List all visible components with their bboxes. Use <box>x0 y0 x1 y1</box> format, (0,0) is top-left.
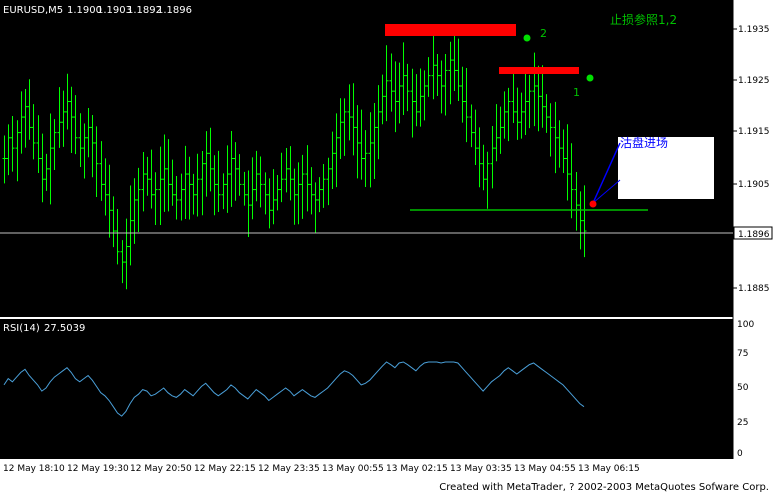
rsi-value: 27.5039 <box>44 323 85 334</box>
current-price-label: 1.1896 <box>738 230 770 240</box>
resistance-box-1[interactable] <box>499 67 579 74</box>
price-tick: 1.1885 <box>738 284 770 294</box>
marker-label-2: 2 <box>540 27 547 40</box>
time-tick: 13 May 00:55 <box>322 464 384 474</box>
time-tick: 12 May 22:15 <box>194 464 256 474</box>
rsi-level: 50 <box>737 383 749 393</box>
stop-loss-note: 止损参照1,2 <box>610 12 677 27</box>
rsi-panel <box>0 319 733 459</box>
price-tick: 1.1905 <box>738 180 770 190</box>
rsi-level: 25 <box>737 418 748 428</box>
time-tick: 12 May 19:30 <box>67 464 129 474</box>
price-tick: 1.1935 <box>738 25 770 35</box>
rsi-level: 75 <box>737 349 748 359</box>
footer-credit: Created with MetaTrader, ? 2002-2003 Met… <box>439 482 769 493</box>
rsi-label: RSI(14) <box>3 323 40 334</box>
rsi-level: 0 <box>737 449 743 459</box>
symbol-header: EURUSD,M5 <box>3 5 63 16</box>
marker-label-1: 1 <box>573 86 580 99</box>
ohlc-close: 1.1896 <box>157 5 192 16</box>
price-tick: 1.1915 <box>738 127 770 137</box>
marker-dot-2[interactable] <box>523 34 531 42</box>
entry-note-text: 沽盘进场 <box>620 135 668 150</box>
time-axis: 12 May 18:10 12 May 19:30 12 May 20:50 1… <box>3 464 640 474</box>
time-tick: 13 May 04:55 <box>514 464 576 474</box>
time-tick: 12 May 23:35 <box>258 464 320 474</box>
time-tick: 13 May 03:35 <box>450 464 512 474</box>
entry-dot[interactable] <box>589 200 597 208</box>
chart-canvas: 2 1 止损参照1,2 沽盘进场 EURUSD,M5 1.1900 1.1903… <box>0 0 777 496</box>
time-tick: 12 May 18:10 <box>3 464 65 474</box>
price-tick: 1.1925 <box>738 76 770 86</box>
rsi-level: 100 <box>737 320 754 330</box>
marker-dot-1[interactable] <box>586 74 594 82</box>
time-tick: 13 May 02:15 <box>386 464 448 474</box>
time-tick: 13 May 06:15 <box>578 464 640 474</box>
resistance-box-2[interactable] <box>385 24 516 36</box>
time-tick: 12 May 20:50 <box>130 464 192 474</box>
